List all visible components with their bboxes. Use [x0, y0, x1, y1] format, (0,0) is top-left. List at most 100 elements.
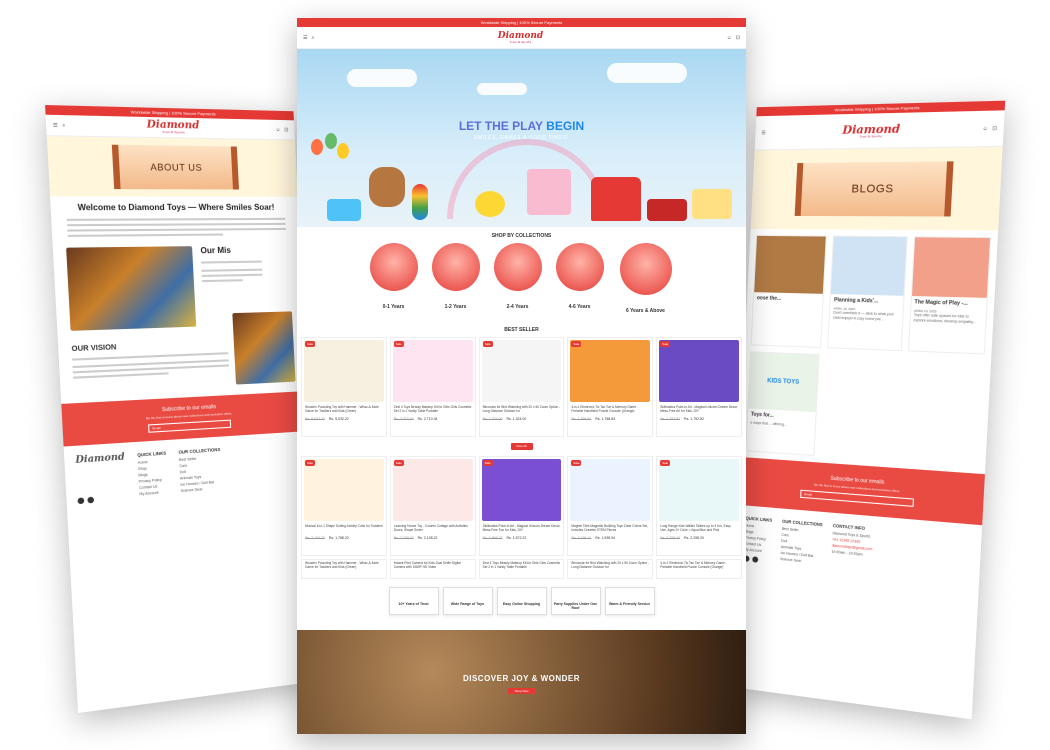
collection-4-6[interactable]: 4-6 Years [554, 243, 606, 317]
feature-box: Easy Online Shopping [496, 587, 547, 615]
collection-0-1[interactable]: 0-1 Years [368, 243, 420, 317]
product-card[interactable]: Sale Binocular for Bird Watching with 20 … [478, 337, 565, 437]
account-icon[interactable]: ☺ [275, 126, 280, 132]
product-card[interactable]: Sale Wooden Pounding Toy with Hammer - Wh… [301, 337, 387, 437]
product-title[interactable]: Binocular for Bird Watching with 20 x 50… [480, 404, 564, 416]
product-title[interactable]: Skillmatics Poke-in Art - Magical Unicor… [657, 404, 741, 416]
menu-icon[interactable]: ☰ [303, 35, 307, 41]
footer-link[interactable]: Contact Us [139, 484, 168, 490]
menu-icon[interactable]: ☰ [761, 130, 766, 136]
sale-price: Rs. 1,324.00 [506, 417, 527, 421]
product-image [481, 340, 562, 402]
product-card[interactable]: Sale 4-in-1 Electronic Tic Tac Toe & Memo… [567, 337, 654, 437]
collection-image [369, 243, 418, 291]
sale-price: Rs. 5,032.22 [328, 417, 349, 421]
product-price: Rs. 2,298.20 Rs. 2,298.20 [657, 535, 741, 541]
footer-link[interactable]: Blogs [138, 471, 167, 478]
view-all-button[interactable]: View All [510, 443, 533, 450]
product-title[interactable]: Binocular for Bird Watching with 20 x 50… [568, 560, 652, 572]
product-card[interactable]: Sale Musical 6-in-1 Shape Sorting Activit… [301, 456, 387, 556]
product-card[interactable]: 4-in-1 Electronic Tic Tac Toe & Memory G… [656, 559, 742, 579]
search-icon[interactable]: ⌕ [62, 122, 65, 128]
product-title[interactable]: Wooden Pounding Toy with Hammer - Whac-A… [302, 560, 386, 572]
product-title[interactable]: Musical 6-in-1 Shape Sorting Activity Cu… [302, 523, 386, 535]
product-title[interactable]: Wooden Pounding Toy with Hammer - Whac-A… [302, 404, 386, 416]
product-card[interactable]: Sale Skillmatics Poke-in Art - Magical Un… [656, 337, 742, 437]
product-card[interactable]: Binocular for Bird Watching with 20 x 50… [567, 559, 654, 579]
cart-icon[interactable]: ⊡ [736, 35, 740, 41]
footer-logo[interactable]: Diamond [75, 452, 125, 466]
quick-links-title: QUICK LINKS [745, 515, 773, 523]
compare-price: Rs. 5,032.22 [305, 417, 325, 421]
product-price: Rs. 5,032.22 Rs. 5,032.22 [302, 416, 386, 422]
collection-2-4[interactable]: 2-4 Years [492, 243, 544, 317]
product-price: Rs. 1,792.82 Rs. 1,792.82 [657, 416, 741, 422]
cart-icon[interactable]: ⊡ [284, 127, 288, 133]
product-image [392, 459, 473, 521]
sale-badge: Sale [571, 460, 582, 466]
product-title[interactable]: 4-in-1 Electronic Tic Tac Toe & Memory G… [657, 560, 741, 572]
collection-1-2[interactable]: 1-2 Years [430, 243, 482, 317]
logo[interactable]: Diamond Toys & Sports [498, 31, 543, 44]
product-title[interactable]: Instant Print Camera for Kids Dual Selfi… [391, 560, 475, 572]
features-row: 10+ Years of Trust Wide Range of Toys Easy… [297, 587, 746, 615]
footer-link[interactable]: My Account [139, 490, 168, 497]
product-card[interactable]: Instant Print Camera for Kids Dual Selfi… [389, 559, 476, 579]
product-card[interactable]: Sale Learning House Toy - Colorful Cottag… [389, 456, 476, 556]
product-title[interactable]: Zest 4 Toys Beauty Makeup Kit for Girls … [391, 404, 475, 416]
instagram-icon[interactable] [87, 496, 95, 504]
product-row: Sale Musical 6-in-1 Shape Sorting Activit… [297, 456, 746, 556]
product-card[interactable]: Sale Magnet Tiles Magnetic Building Toys … [567, 456, 654, 556]
about-page-mockup: Worldwide Shipping | 100% Secure Payment… [45, 105, 323, 713]
sale-badge: Sale [393, 460, 404, 466]
compare-price: Rs. 2,738.22 [393, 536, 414, 540]
product-title[interactable]: Magnet Tiles Magnetic Building Toys Clea… [568, 523, 652, 535]
facebook-icon[interactable] [77, 497, 85, 505]
shop-now-button[interactable]: Shop Now [507, 688, 536, 694]
footer-link[interactable]: Home [138, 459, 167, 465]
compare-price: Rs. 1,792.82 [660, 417, 681, 421]
blog-image [911, 237, 990, 298]
footer-link[interactable]: My Account [744, 547, 771, 554]
product-card[interactable]: Wooden Pounding Toy with Hammer - Whac-A… [301, 559, 387, 579]
sale-price: Rs. 2,108.22 [417, 536, 438, 540]
product-image [659, 459, 739, 521]
cart-icon[interactable]: ⊡ [992, 125, 997, 132]
blog-card[interactable]: The Magic of Play -... APRIL 10, 2025 To… [907, 236, 992, 355]
product-card[interactable]: Sale Zest 4 Toys Beauty Makeup Kit for Gi… [389, 337, 476, 437]
footer-link[interactable]: Privacy Policy [139, 477, 168, 484]
blog-title[interactable]: oose the... [754, 292, 824, 306]
product-price: Rs. 1,324.00 Rs. 1,324.00 [480, 416, 564, 422]
menu-icon[interactable]: ☰ [53, 122, 58, 129]
product-title[interactable]: Zest 4 Toys Beauty Makeup Kit for Girls … [480, 560, 564, 572]
blog-card[interactable]: oose the... [750, 234, 828, 349]
footer-link[interactable]: Shop [138, 465, 167, 471]
product-title[interactable]: Long Range Kids Walkie Talkies up to 3 K… [657, 523, 741, 535]
instagram-icon[interactable] [752, 556, 759, 563]
logo[interactable]: Diamond Toys & Sports [146, 119, 199, 135]
about-paragraph [51, 215, 300, 239]
sale-price: Rs. 1,572.22 [506, 536, 527, 540]
logo[interactable]: Diamond Toys & Sports [842, 122, 900, 139]
product-title[interactable]: Skillmatics Poke-in Art - Magical Unicor… [480, 523, 564, 535]
compare-price: Rs. 1,324.00 [482, 417, 503, 421]
toy-store-photo [66, 246, 197, 331]
collections-heading: SHOP BY COLLECTIONS [491, 233, 552, 239]
account-icon[interactable]: ☺ [727, 35, 732, 41]
footer-link[interactable]: Science Gear [181, 486, 223, 493]
account-icon[interactable]: ☺ [982, 125, 988, 132]
collection-6-plus[interactable]: 6 Years & Above [616, 243, 676, 317]
product-title[interactable]: Learning House Toy - Colorful Cottage wi… [391, 523, 475, 535]
blog-card[interactable]: Planning a Kids'... APRIL 10, 2025 Don't… [827, 235, 908, 352]
compare-price: Rs. 1,866.22 [482, 536, 503, 540]
email-input[interactable]: Email [148, 419, 232, 433]
hero-banner: LET THE PLAY BEGIN SMILES, GAMES & GOOD … [297, 49, 746, 227]
blog-image [754, 235, 827, 294]
product-card[interactable]: Sale Skillmatics Poke-in Art - Magical Un… [478, 456, 565, 556]
product-title[interactable]: 4-in-1 Electronic Tic Tac Toe & Memory G… [568, 404, 652, 416]
product-card[interactable]: Zest 4 Toys Beauty Makeup Kit for Girls … [478, 559, 565, 579]
collections-row: 0-1 Years 1-2 Years 2-4 Years 4-6 Years … [297, 243, 746, 317]
product-card[interactable]: Sale Long Range Kids Walkie Talkies up to… [656, 456, 742, 556]
blog-card[interactable]: KIDS TOYS Toys for... e ways that ... of… [745, 351, 820, 457]
search-icon[interactable]: ⌕ [311, 35, 314, 41]
